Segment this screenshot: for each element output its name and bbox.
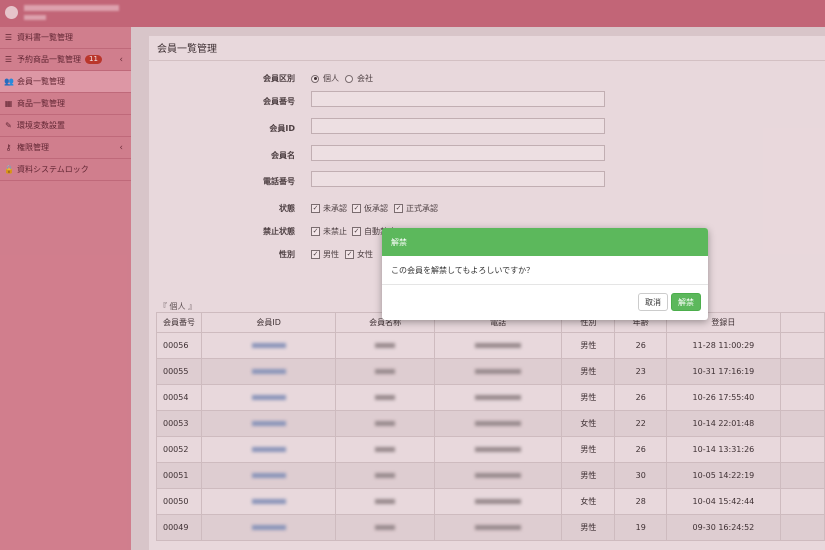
confirm-unban-button[interactable]: 解禁 [671, 293, 701, 311]
dialog-message: この会員を解禁してもよろしいですか？ [382, 256, 708, 285]
unban-dialog: 解禁 この会員を解禁してもよろしいですか？ 取消 解禁 [382, 228, 708, 320]
cancel-button[interactable]: 取消 [638, 293, 668, 311]
dialog-title: 解禁 [382, 228, 708, 256]
